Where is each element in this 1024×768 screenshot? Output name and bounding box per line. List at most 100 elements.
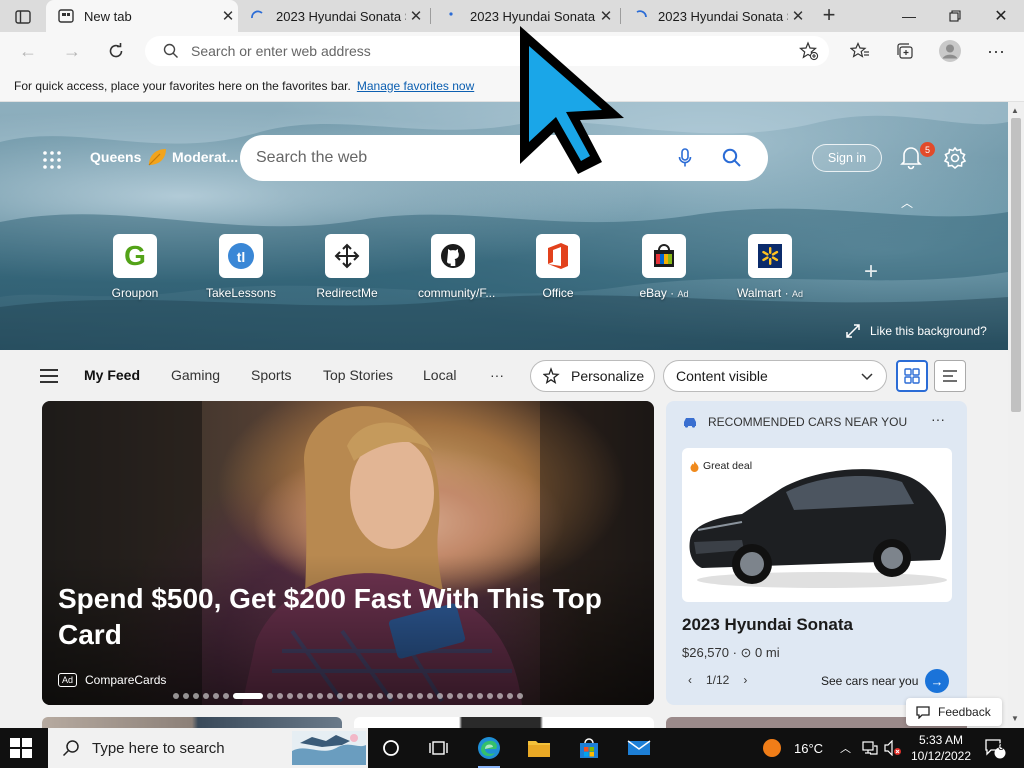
- taskbar-search-input[interactable]: [92, 739, 282, 757]
- car-listing-image[interactable]: Great deal: [682, 448, 952, 602]
- scroll-up-arrow-icon[interactable]: ▲: [1011, 106, 1019, 115]
- see-cars-arrow-button[interactable]: →: [925, 669, 949, 693]
- menu-hamburger-icon[interactable]: [40, 369, 58, 383]
- edge-browser-icon[interactable]: [476, 736, 502, 768]
- tab-close-icon[interactable]: ✕: [406, 7, 426, 25]
- minimize-button[interactable]: —: [886, 0, 932, 32]
- tab-close-icon[interactable]: ✕: [218, 7, 238, 25]
- feedback-button[interactable]: Feedback: [906, 698, 1002, 726]
- taskbar-search-box[interactable]: [48, 728, 368, 768]
- content-visibility-dropdown[interactable]: Content visible: [663, 360, 887, 392]
- collections-icon[interactable]: [892, 39, 918, 63]
- location-label[interactable]: Queens: [90, 149, 141, 165]
- sign-in-button[interactable]: Sign in: [812, 144, 882, 172]
- task-view-circle-icon[interactable]: [378, 736, 404, 760]
- address-input[interactable]: [191, 43, 751, 59]
- car-name[interactable]: 2023 Hyundai Sonata: [682, 615, 853, 635]
- notification-count-badge: 5: [920, 142, 935, 157]
- collapse-chevron-up-icon[interactable]: ︿: [901, 194, 913, 211]
- pager-next-chevron-icon[interactable]: ›: [743, 673, 747, 687]
- quick-link-redirectme[interactable]: RedirectMe: [312, 234, 382, 300]
- voice-search-icon[interactable]: [678, 148, 692, 173]
- page-settings-gear-icon[interactable]: [942, 145, 968, 171]
- tab-new-tab[interactable]: New tab ✕: [46, 0, 238, 32]
- add-favorite-icon[interactable]: [799, 41, 819, 66]
- next-row-card-1[interactable]: [42, 717, 342, 728]
- page-vertical-scrollbar[interactable]: ▲ ▼: [1008, 102, 1024, 728]
- tray-temperature: 16°C: [794, 740, 824, 756]
- quick-link-label: Groupon: [111, 286, 159, 300]
- settings-more-icon[interactable]: ···: [983, 39, 1009, 63]
- new-tab-button[interactable]: +: [817, 4, 841, 28]
- scrollbar-thumb[interactable]: [1011, 118, 1021, 412]
- windows-start-icon[interactable]: [10, 738, 32, 758]
- like-background-link[interactable]: Like this background?: [846, 324, 987, 338]
- action-center-icon[interactable]: 3: [984, 728, 1006, 768]
- show-hidden-icons-chevron-icon[interactable]: ︿: [840, 728, 851, 768]
- card-more-options-icon[interactable]: ···: [931, 411, 945, 427]
- quick-link-community[interactable]: community/F...: [418, 234, 496, 300]
- ad-headline[interactable]: Spend $500, Get $200 Fast With This Top …: [58, 581, 618, 653]
- network-icon[interactable]: [862, 728, 878, 768]
- volume-muted-icon[interactable]: [884, 728, 902, 768]
- feed-tab-gaming[interactable]: Gaming: [171, 367, 220, 383]
- weather-tray[interactable]: 16°C: [762, 728, 823, 768]
- address-bar[interactable]: [145, 36, 829, 66]
- quick-link-office[interactable]: Office: [523, 234, 593, 300]
- quick-link-groupon[interactable]: G Groupon: [100, 234, 170, 300]
- feed-tab-my-feed[interactable]: My Feed: [84, 367, 140, 383]
- close-window-button[interactable]: ✕: [978, 0, 1024, 32]
- quick-link-takelessons[interactable]: tl TakeLessons: [206, 234, 276, 300]
- list-layout-button[interactable]: [934, 360, 966, 392]
- groupon-logo-icon: G: [113, 234, 157, 278]
- pager-prev-chevron-icon[interactable]: ‹: [688, 673, 692, 687]
- refresh-button[interactable]: [102, 38, 130, 64]
- task-view-icon[interactable]: [426, 736, 452, 760]
- quick-link-label: Walmart · Ad: [737, 286, 803, 300]
- feed-tab-top-stories[interactable]: Top Stories: [323, 367, 393, 383]
- office-logo-icon: [536, 234, 580, 278]
- restore-button[interactable]: [932, 0, 978, 32]
- profile-avatar-icon[interactable]: [937, 39, 963, 63]
- quick-link-label: community/F...: [418, 286, 496, 300]
- feed-more-tabs-icon[interactable]: ···: [490, 367, 504, 383]
- forward-button[interactable]: →: [58, 38, 86, 64]
- new-tab-page-icon: [58, 9, 74, 23]
- ad-source-row: Ad CompareCards: [58, 673, 166, 687]
- feed-tab-local[interactable]: Local: [423, 367, 456, 383]
- apps-launcher-icon[interactable]: [42, 150, 62, 170]
- feedback-label: Feedback: [938, 705, 991, 719]
- feed-tab-sports[interactable]: Sports: [251, 367, 291, 383]
- file-explorer-icon[interactable]: [526, 736, 552, 760]
- next-row-card-2[interactable]: [354, 717, 654, 728]
- taskbar-clock[interactable]: 5:33 AM 10/12/2022: [906, 732, 976, 764]
- favorites-bar-message: For quick access, place your favorites h…: [14, 78, 351, 93]
- weather-label: Moderat...: [172, 149, 239, 165]
- weather-widget[interactable]: Moderat...: [146, 146, 238, 168]
- carousel-dots[interactable]: [173, 693, 523, 699]
- mail-icon[interactable]: [626, 736, 652, 760]
- tab-actions-icon[interactable]: [8, 6, 38, 28]
- grid-layout-icon: [904, 368, 920, 384]
- tab-hyundai-1[interactable]: 2023 Hyundai Sonata SE ✕: [244, 0, 426, 32]
- cars-card-header: RECOMMENDED CARS NEAR YOU: [682, 415, 907, 429]
- search-submit-icon[interactable]: [722, 148, 742, 173]
- web-search-box[interactable]: [240, 135, 768, 181]
- tab-close-icon[interactable]: ✕: [788, 7, 808, 25]
- quick-link-walmart[interactable]: Walmart · Ad: [735, 234, 805, 300]
- tab-hyundai-3[interactable]: 2023 Hyundai Sonata SE ✕: [626, 0, 808, 32]
- search-icon: [163, 43, 178, 58]
- scroll-down-arrow-icon[interactable]: ▼: [1011, 714, 1019, 723]
- grid-layout-button[interactable]: [896, 360, 928, 392]
- back-button[interactable]: ←: [14, 38, 42, 64]
- microsoft-store-icon[interactable]: [576, 736, 602, 760]
- personalize-button[interactable]: Personalize: [530, 360, 655, 392]
- black-sedan-image: [689, 469, 947, 588]
- favorites-icon[interactable]: [847, 39, 873, 63]
- featured-ad-card[interactable]: Spend $500, Get $200 Fast With This Top …: [42, 401, 654, 705]
- see-cars-link[interactable]: See cars near you: [821, 674, 918, 688]
- add-site-plus-icon[interactable]: +: [864, 258, 878, 286]
- manage-favorites-link[interactable]: Manage favorites now: [357, 79, 474, 93]
- quick-link-ebay[interactable]: eBay · Ad: [629, 234, 699, 300]
- content-visibility-value: Content visible: [676, 368, 768, 384]
